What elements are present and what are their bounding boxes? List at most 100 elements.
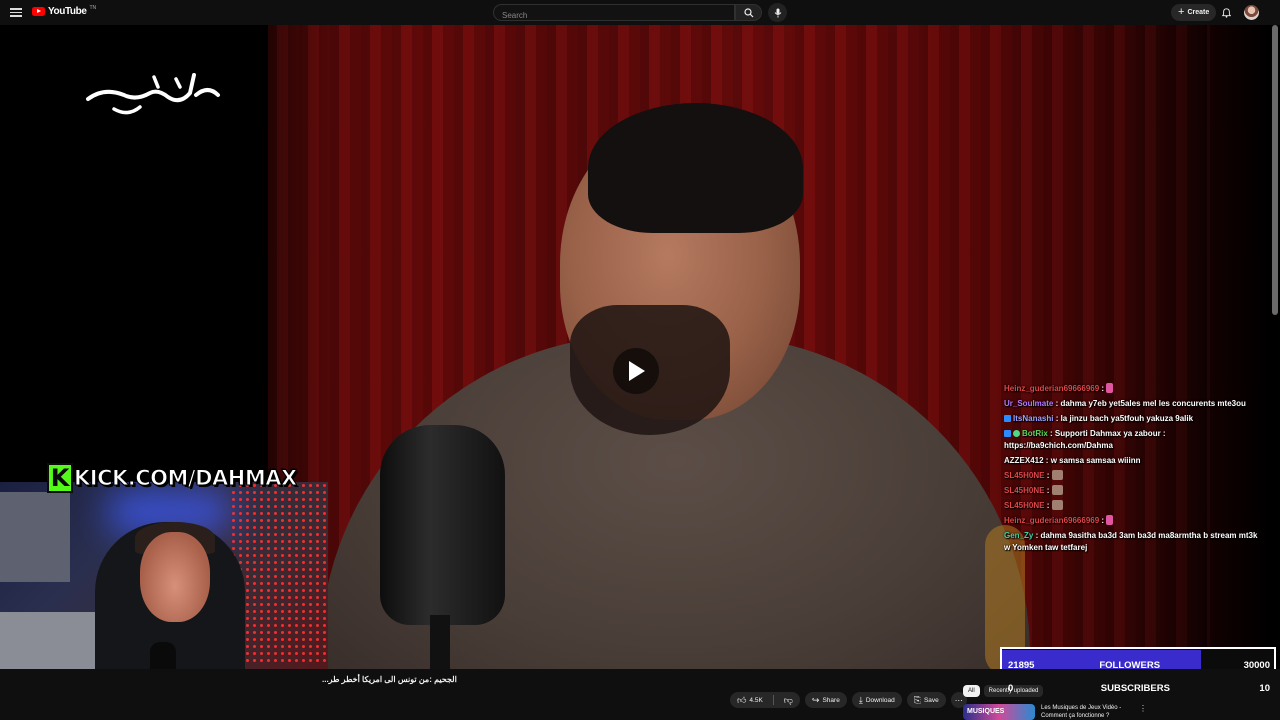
download-icon: ⤓ bbox=[858, 694, 863, 705]
chat-username[interactable]: Gen_Zy bbox=[1004, 531, 1033, 540]
chat-message: Heinz_guderian69666969 : bbox=[1004, 383, 1260, 395]
page-scrollbar[interactable] bbox=[1272, 25, 1278, 315]
share-button[interactable]: ↪ Share bbox=[804, 692, 847, 708]
create-label: Create bbox=[1187, 9, 1210, 16]
chip-all[interactable]: All bbox=[963, 685, 980, 697]
shelf bbox=[0, 492, 70, 582]
voice-search-button[interactable] bbox=[768, 3, 787, 22]
divider bbox=[772, 695, 774, 705]
search-input[interactable] bbox=[494, 8, 734, 23]
logo-region: TN bbox=[89, 4, 97, 11]
microphone-stand bbox=[430, 615, 450, 669]
chat-message: SL45H0NE : bbox=[1004, 470, 1260, 482]
chat-username[interactable]: SL45H0NE bbox=[1004, 486, 1044, 495]
chat-overlay: Heinz_guderian69666969 : Ur_Soulmate : d… bbox=[1004, 383, 1260, 557]
chat-separator: : bbox=[1044, 501, 1052, 510]
bookmark-icon: ⎘ bbox=[913, 694, 921, 705]
show-logo bbox=[86, 73, 220, 115]
share-icon: ↪ bbox=[811, 694, 820, 705]
share-label: Share bbox=[822, 696, 840, 704]
kick-logo-icon: K bbox=[47, 463, 73, 493]
chat-username[interactable]: SL45H0NE bbox=[1004, 471, 1044, 480]
chat-emote-icon bbox=[1051, 485, 1063, 495]
thumbs-down-icon: 👎︎ bbox=[783, 694, 793, 705]
account-avatar[interactable] bbox=[1244, 5, 1259, 20]
chat-username[interactable]: Ur_Soulmate bbox=[1004, 399, 1053, 408]
chat-text: w samsa samsaa wiiinn bbox=[1050, 456, 1141, 465]
search-field[interactable] bbox=[493, 4, 735, 23]
chat-message: BotRix : Supporti Dahmax ya zabour : htt… bbox=[1004, 428, 1260, 452]
followers-row: 21895 FOLLOWERS ⚙ ▣ 30000 bbox=[1002, 650, 1274, 671]
chat-separator: : bbox=[1099, 516, 1107, 525]
like-button[interactable]: 👍︎ 4.5K bbox=[730, 692, 770, 708]
action-bar: 👍︎ 4.5K 👎︎ ↪ Share ⤓ Download ⎘ Save ⋯ bbox=[730, 692, 967, 708]
logo-text: YouTube bbox=[48, 6, 87, 17]
chat-badge-icon bbox=[1004, 415, 1011, 422]
followers-goal: 30000 bbox=[1243, 660, 1270, 671]
download-label: Download bbox=[865, 696, 895, 704]
notifications-button[interactable] bbox=[1219, 5, 1233, 20]
download-button[interactable]: ⤓ Download bbox=[851, 692, 902, 708]
youtube-play-icon bbox=[32, 7, 45, 16]
play-button[interactable] bbox=[613, 348, 659, 394]
kebab-menu-icon[interactable]: ⋮ bbox=[1139, 704, 1147, 720]
save-label: Save bbox=[923, 696, 939, 704]
youtube-logo[interactable]: YouTube TN bbox=[32, 4, 97, 17]
kick-banner: K KICK.COM/DAHMAX bbox=[47, 463, 298, 493]
thumbs-up-icon: 👍︎ bbox=[737, 694, 747, 705]
chat-username[interactable]: Heinz_guderian69666969 bbox=[1004, 516, 1099, 525]
more-icon: ⋯ bbox=[954, 695, 963, 705]
kick-url: KICK.COM/DAHMAX bbox=[74, 466, 298, 491]
search-icon bbox=[743, 7, 753, 17]
chat-message: Gen_Zy : dahma 9asitha ba3d 3am ba3d ma8… bbox=[1004, 530, 1260, 554]
chat-username[interactable]: BotRix bbox=[1022, 429, 1048, 438]
video-title: الجحيم :من تونس الى امريكا أخطر طر... bbox=[322, 675, 457, 684]
chat-text: la jinzu bach ya5tfouh yakuza 9alik bbox=[1060, 414, 1194, 423]
chat-emote-icon bbox=[1051, 500, 1063, 510]
chat-message: SL45H0NE : bbox=[1004, 485, 1260, 497]
chat-message: AZZEX412 : w samsa samsaa wiiinn bbox=[1004, 455, 1260, 467]
recommended-video[interactable]: MUSIQUES Les Musiques de Jeux Vidéo - Co… bbox=[963, 704, 1147, 720]
bell-icon bbox=[1221, 7, 1231, 18]
chat-badge-icon bbox=[1004, 430, 1011, 437]
chat-message: Heinz_guderian69666969 : bbox=[1004, 515, 1260, 527]
followers-label: FOLLOWERS bbox=[1099, 660, 1161, 671]
guest-hair bbox=[588, 103, 803, 233]
chat-message: Ur_Soulmate : dahma y7eb yet5ales mel le… bbox=[1004, 398, 1260, 410]
chat-username[interactable]: AZZEX412 bbox=[1004, 456, 1044, 465]
chat-separator: : bbox=[1044, 486, 1052, 495]
chat-separator: : bbox=[1047, 429, 1055, 438]
chat-emote-icon bbox=[1106, 383, 1114, 393]
chat-username[interactable]: SL45H0NE bbox=[1004, 501, 1044, 510]
chat-separator: : bbox=[1043, 456, 1051, 465]
screen: YouTube TN + Create bbox=[0, 0, 1280, 720]
dislike-button[interactable]: 👎︎ bbox=[777, 692, 800, 708]
menu-icon[interactable] bbox=[10, 6, 22, 18]
chat-separator: : bbox=[1099, 384, 1107, 393]
search-button[interactable] bbox=[735, 4, 762, 21]
chat-message: SL45H0NE : bbox=[1004, 500, 1260, 512]
bot-badge-icon bbox=[1013, 430, 1020, 437]
chat-username[interactable]: Heinz_guderian69666969 bbox=[1004, 384, 1099, 393]
recommended-title[interactable]: Les Musiques de Jeux Vidéo - Comment ça … bbox=[1041, 704, 1131, 720]
subscribers-goal: 10 bbox=[1259, 682, 1270, 694]
plus-icon: + bbox=[1178, 6, 1185, 18]
create-button[interactable]: + Create bbox=[1171, 4, 1217, 21]
chat-emote-icon bbox=[1106, 515, 1114, 525]
play-icon bbox=[629, 361, 645, 381]
masthead: YouTube TN + Create bbox=[0, 0, 1280, 25]
mic-icon bbox=[774, 8, 781, 17]
chat-username[interactable]: ItsNanashi bbox=[1013, 414, 1053, 423]
chat-separator: : bbox=[1053, 414, 1061, 423]
chat-separator: : bbox=[1044, 471, 1052, 480]
chat-emote-icon bbox=[1051, 470, 1063, 480]
studio-microphone bbox=[380, 425, 505, 625]
chat-text: dahma y7eb yet5ales mel les concurents m… bbox=[1060, 399, 1246, 408]
subscribers-label: SUBSCRIBERS bbox=[1100, 682, 1170, 694]
save-button[interactable]: ⎘ Save bbox=[906, 692, 946, 708]
streamer-face bbox=[140, 532, 210, 622]
like-dislike-group: 👍︎ 4.5K 👎︎ bbox=[730, 692, 800, 708]
watch-metadata: الجحيم :من تونس الى امريكا أخطر طر... 👍︎… bbox=[0, 669, 1280, 720]
like-count: 4.5K bbox=[749, 696, 763, 704]
recommended-thumbnail[interactable]: MUSIQUES bbox=[963, 704, 1035, 720]
